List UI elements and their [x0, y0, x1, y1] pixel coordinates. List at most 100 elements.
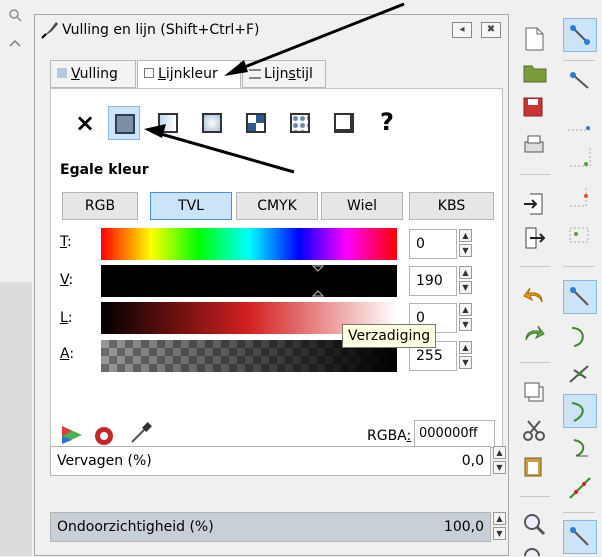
open-folder-icon[interactable]: [522, 62, 548, 84]
alpha-mnemonic: A: [60, 346, 70, 362]
saturation-tooltip: Verzadiging: [342, 324, 437, 348]
snap-midpoint-icon[interactable]: [566, 474, 594, 502]
save-icon[interactable]: [522, 96, 544, 118]
undo-icon[interactable]: [522, 284, 546, 306]
tab-fill-label: ulling: [79, 66, 118, 82]
alpha-spin[interactable]: ▲ ▼: [459, 341, 473, 371]
saturation-slider[interactable]: [101, 265, 397, 297]
hue-spin[interactable]: ▲ ▼: [459, 229, 473, 259]
mode-hsl-button[interactable]: TVL: [150, 192, 232, 220]
hue-value[interactable]: 0: [409, 229, 457, 259]
paint-swatch-button[interactable]: [284, 106, 316, 140]
export-icon[interactable]: [522, 226, 546, 250]
swatch-frame-icon: [334, 113, 354, 133]
dock-button[interactable]: ◂: [452, 22, 472, 38]
snap-bbox-icon[interactable]: [566, 66, 594, 94]
close-button[interactable]: ✖: [481, 22, 501, 38]
opacity-spin[interactable]: ▲ ▼: [493, 512, 507, 542]
scroll-track[interactable]: [0, 282, 32, 556]
mode-cmyk-button[interactable]: CMYK: [236, 192, 318, 220]
redo-icon[interactable]: [522, 322, 546, 344]
paint-pattern-button[interactable]: [240, 106, 272, 140]
paint-flat-button[interactable]: [108, 106, 140, 140]
saturation-value[interactable]: 190: [409, 266, 457, 296]
snap-smooth-icon[interactable]: [566, 434, 594, 462]
saturation-thumb[interactable]: [311, 265, 325, 297]
saturation-label-suffix: :: [68, 272, 74, 288]
tab-fill[interactable]: Vulling: [50, 60, 136, 88]
section-label: Egale kleur: [60, 162, 149, 178]
stroke-style-icon: [249, 69, 261, 79]
blur-field[interactable]: Vervagen (%) 0,0: [50, 446, 491, 476]
snap-bbox-midpoint-icon[interactable]: [566, 184, 594, 212]
chevron-up-icon[interactable]: [9, 38, 21, 48]
radial-gradient-icon: [202, 113, 222, 133]
opacity-label: Ondoorzichtigheid (%): [57, 519, 214, 535]
import-icon[interactable]: [522, 192, 546, 216]
snap-bbox-center-icon[interactable]: [566, 222, 594, 250]
toolbar-separator: [563, 266, 595, 267]
paint-none-button[interactable]: ×: [70, 106, 102, 140]
unset-paint-icon: ?: [380, 108, 394, 136]
rgba-label-mnemonic: :: [406, 428, 412, 444]
hue-label-suffix: :: [67, 234, 72, 250]
snap-paths-icon[interactable]: [566, 322, 594, 350]
mode-wheel-button[interactable]: Wiel: [321, 192, 403, 220]
tab-stroke-paint[interactable]: Lijnkleur: [137, 60, 241, 89]
paint-marker-button[interactable]: [328, 106, 360, 140]
stroke-swatch-icon: [144, 68, 154, 78]
snap-cusp-button[interactable]: [563, 394, 597, 428]
snap-cusp-icon: [571, 402, 584, 422]
paint-linear-gradient-button[interactable]: [152, 106, 184, 140]
toolbar-separator: [520, 174, 550, 175]
swatch-icon: [290, 113, 310, 133]
blur-spin[interactable]: ▲ ▼: [493, 446, 507, 476]
snap-intersections-icon[interactable]: [566, 360, 594, 388]
cut-icon[interactable]: [522, 418, 546, 442]
snap-others-button[interactable]: [563, 520, 597, 554]
tab-stroke-style[interactable]: Lijnstijl: [242, 60, 326, 88]
no-paint-icon: ×: [75, 109, 96, 137]
rgba-label-text: RGBA: [367, 428, 407, 444]
toolbar-separator: [563, 60, 595, 61]
snap-bbox-edge-icon[interactable]: [566, 106, 594, 134]
tab-stroke-paint-label: ijnkleur: [165, 66, 218, 82]
opacity-field[interactable]: Ondoorzichtigheid (%) 100,0: [50, 512, 491, 542]
mode-cms-button[interactable]: KBS: [409, 192, 494, 220]
rgba-input[interactable]: 000000ff: [414, 420, 495, 448]
print-icon[interactable]: [522, 134, 546, 156]
snap-nodes-icon: [570, 287, 589, 306]
flat-color-icon: [115, 114, 135, 134]
pattern-icon: [246, 113, 266, 133]
snap-nodes-button[interactable]: [563, 280, 597, 314]
toolbar-separator: [520, 266, 550, 267]
lightness-mnemonic: L: [60, 310, 68, 326]
zoom-icon[interactable]: [8, 8, 22, 22]
snap-bbox-corner-icon[interactable]: [566, 144, 594, 172]
hue-slider[interactable]: [101, 228, 397, 260]
paste-icon[interactable]: [522, 454, 544, 478]
tab-stroke-paint-mnemonic: L: [158, 66, 166, 82]
blur-value: 0,0: [461, 453, 484, 469]
tab-stroke-style-label-pre: Lijn: [264, 66, 289, 82]
lightness-spin[interactable]: ▲ ▼: [459, 303, 473, 333]
fill-swatch-icon: [57, 68, 67, 78]
linear-gradient-icon: [158, 113, 178, 133]
new-document-icon[interactable]: [522, 26, 546, 52]
zoom-drawing-icon[interactable]: [522, 546, 546, 556]
eyedropper-icon[interactable]: [128, 420, 154, 446]
snap-enable-button[interactable]: [563, 18, 597, 52]
color-manage-icon[interactable]: [60, 424, 86, 446]
mode-rgb-button[interactable]: RGB: [62, 192, 138, 220]
saturation-label: V:: [60, 272, 73, 288]
paint-unset-button[interactable]: ?: [372, 106, 404, 140]
out-of-gamut-icon[interactable]: [92, 424, 116, 448]
saturation-spin[interactable]: ▲ ▼: [459, 266, 473, 296]
duplicate-icon[interactable]: [522, 380, 546, 404]
tab-fill-mnemonic: V: [71, 66, 80, 82]
toolbar-separator: [520, 496, 550, 497]
zoom-selection-icon[interactable]: [522, 512, 546, 536]
paint-radial-gradient-button[interactable]: [196, 106, 228, 140]
alpha-label-suffix: :: [69, 346, 75, 362]
opacity-value: 100,0: [443, 519, 484, 535]
